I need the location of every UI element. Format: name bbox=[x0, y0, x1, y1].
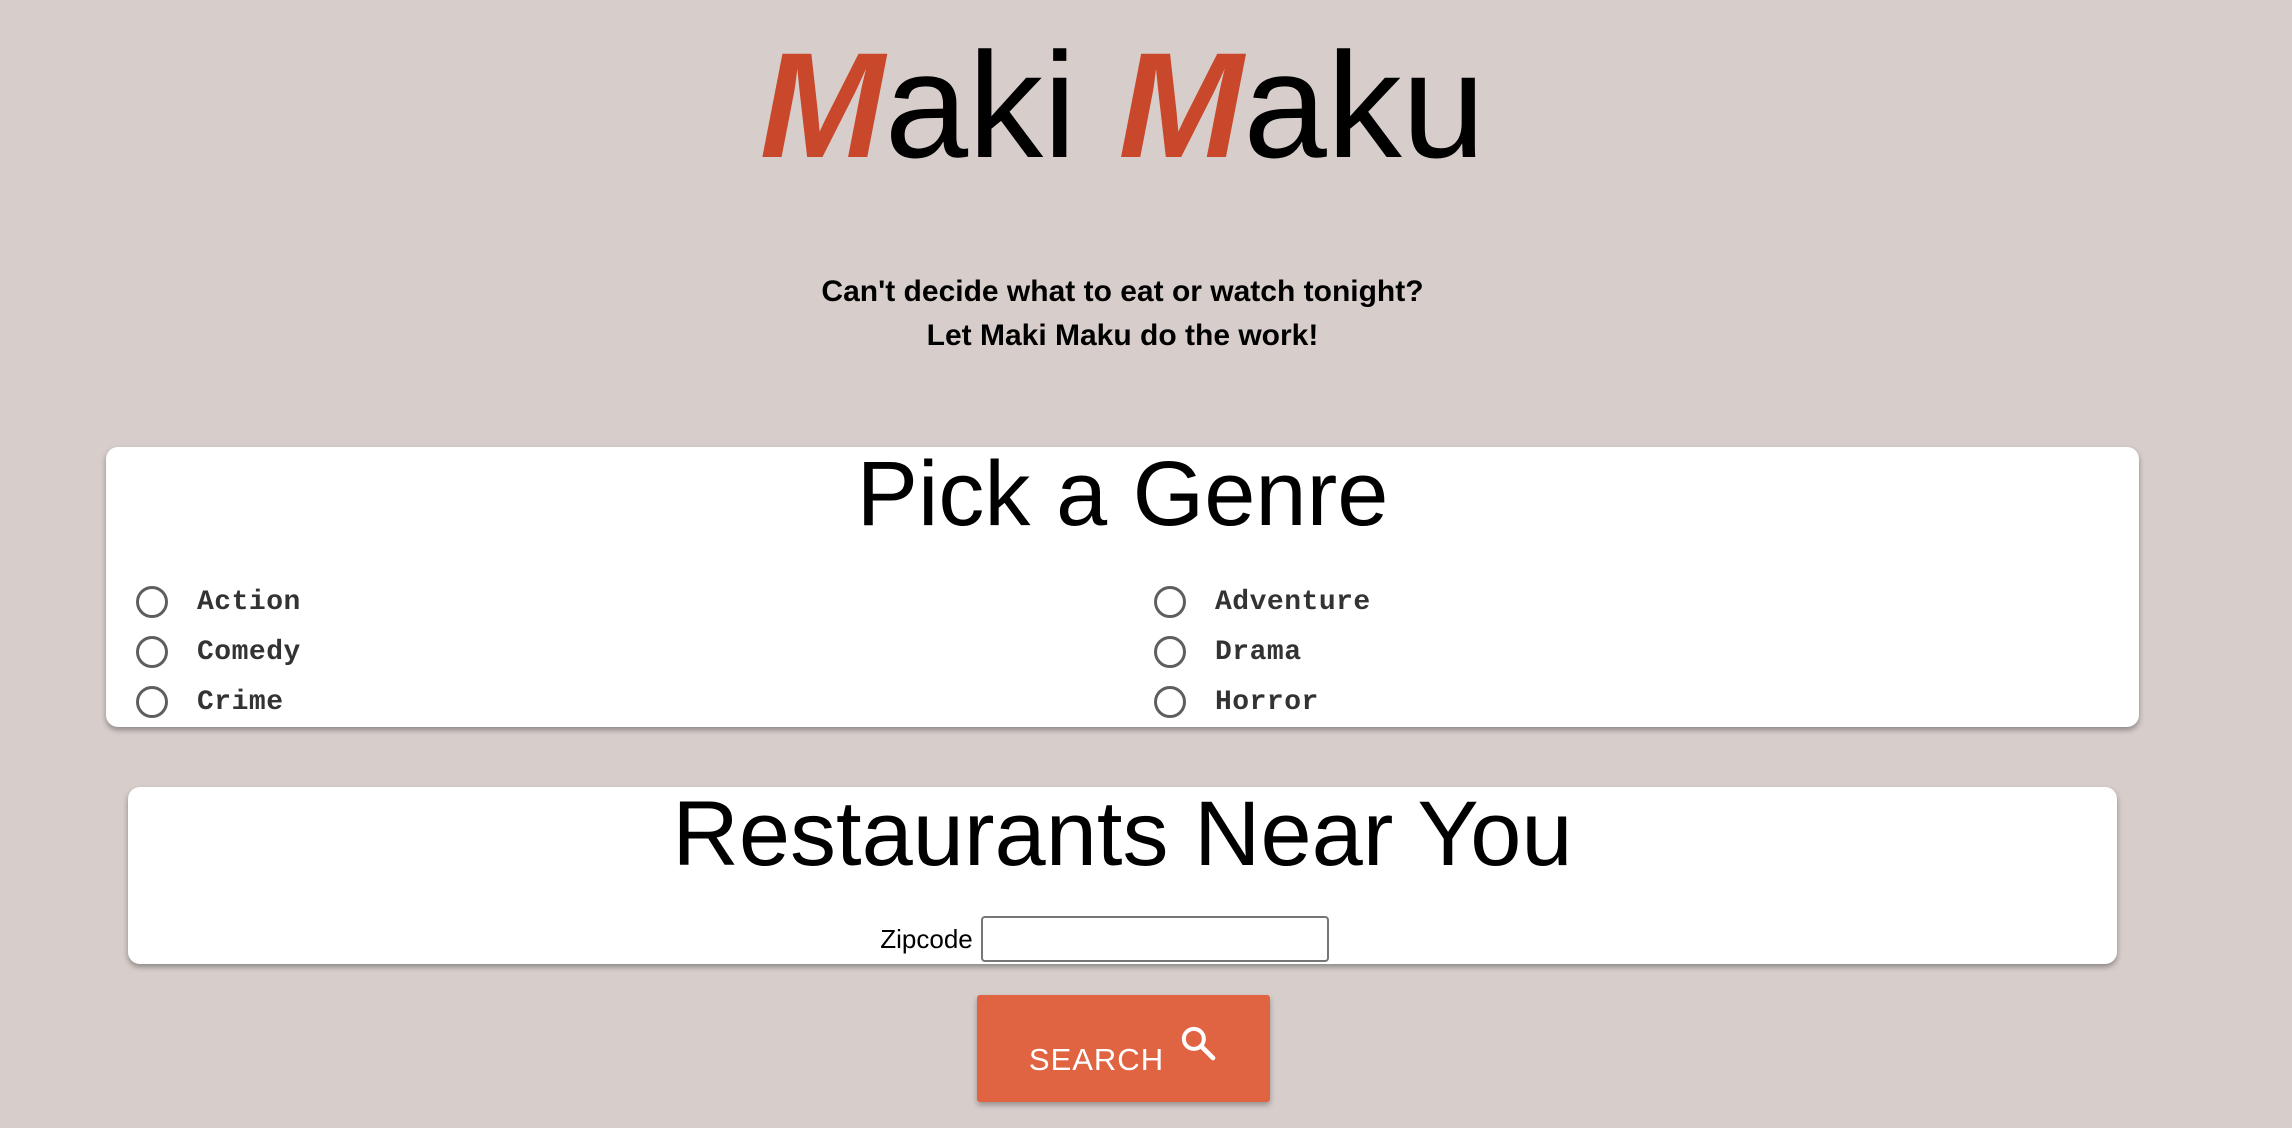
zipcode-label: Zipcode bbox=[880, 923, 973, 954]
tagline: Can't decide what to eat or watch tonigh… bbox=[0, 270, 2245, 358]
logo-word-text: aku bbox=[1243, 21, 1486, 189]
logo-word-text: aki bbox=[884, 21, 1077, 189]
genre-option-comedy[interactable]: Comedy bbox=[136, 632, 301, 672]
radio-button[interactable] bbox=[136, 586, 168, 618]
genre-option-action[interactable]: Action bbox=[136, 582, 301, 622]
genre-label: Horror bbox=[1215, 686, 1319, 718]
restaurant-card-title: Restaurants Near You bbox=[672, 783, 1573, 885]
genre-option-adventure[interactable]: Adventure bbox=[1154, 582, 1371, 622]
restaurant-card: Restaurants Near You Zipcode bbox=[128, 787, 2117, 964]
radio-button[interactable] bbox=[1154, 636, 1186, 668]
genre-card-title: Pick a Genre bbox=[856, 443, 1389, 545]
radio-button[interactable] bbox=[1154, 586, 1186, 618]
logo-accent-letter: M bbox=[1118, 21, 1244, 189]
logo-accent-letter: M bbox=[759, 21, 885, 189]
genre-label: Drama bbox=[1215, 636, 1302, 668]
genre-label: Action bbox=[197, 586, 301, 618]
radio-button[interactable] bbox=[136, 636, 168, 668]
genre-option-horror[interactable]: Horror bbox=[1154, 682, 1319, 722]
tagline-line-2: Let Maki Maku do the work! bbox=[926, 319, 1319, 352]
search-button[interactable]: SEARCH bbox=[977, 995, 1270, 1102]
app-logo: Maki Maku bbox=[0, 30, 2245, 180]
radio-button[interactable] bbox=[136, 686, 168, 718]
radio-button[interactable] bbox=[1154, 686, 1186, 718]
genre-label: Crime bbox=[197, 686, 284, 718]
search-button-label: SEARCH bbox=[1028, 1041, 1165, 1077]
zipcode-input[interactable] bbox=[980, 916, 1329, 962]
search-icon bbox=[1178, 1023, 1218, 1063]
genre-label: Adventure bbox=[1215, 586, 1371, 618]
genre-card: Pick a Genre Action Adventure Comedy Dra… bbox=[106, 447, 2139, 727]
genre-label: Comedy bbox=[197, 636, 301, 668]
tagline-line-1: Can't decide what to eat or watch tonigh… bbox=[821, 275, 1424, 308]
genre-option-drama[interactable]: Drama bbox=[1154, 632, 1302, 672]
zipcode-row: Zipcode bbox=[128, 916, 2117, 962]
genre-option-crime[interactable]: Crime bbox=[136, 682, 284, 722]
